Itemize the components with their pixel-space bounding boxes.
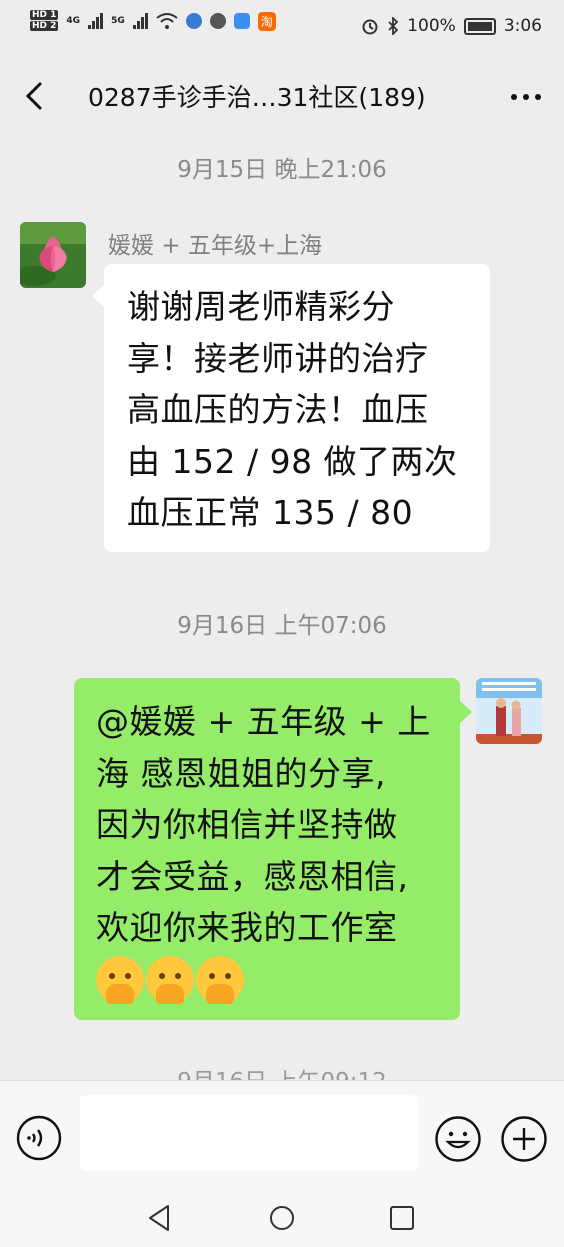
voice-icon[interactable] xyxy=(16,1115,62,1161)
lotus-image xyxy=(20,222,86,288)
emoji-row xyxy=(96,955,448,1004)
input-bar xyxy=(0,1080,564,1197)
status-left: HD 1 HD 2 4G 5G 淘 xyxy=(30,10,276,32)
nav-back-icon[interactable] xyxy=(140,1198,180,1238)
taobao-icon: 淘 xyxy=(257,11,276,31)
network-5g-label: 5G xyxy=(111,15,125,26)
battery-percent: 100% xyxy=(407,16,456,36)
cloud-icon xyxy=(233,13,250,29)
battery-icon xyxy=(463,17,496,35)
shush-emoji xyxy=(96,955,144,1004)
status-bar: HD 1 HD 2 4G 5G 淘 100% 3:06 xyxy=(0,0,564,58)
timestamp: 9月15日 晚上21:06 xyxy=(177,157,387,183)
clock: 3:06 xyxy=(503,16,542,36)
chat-title: 0287手诊手治…31社区(189) xyxy=(88,83,426,112)
message-input[interactable] xyxy=(80,1095,418,1171)
system-nav-bar xyxy=(0,1196,564,1247)
more-icon[interactable] xyxy=(506,82,546,112)
status-right: 100% 3:06 xyxy=(361,16,542,36)
message-line: 由 152 / 98 做了两次 xyxy=(127,441,458,481)
message-icon xyxy=(209,13,226,29)
signal-icon xyxy=(88,13,104,29)
message-line: 因为你相信并坚持做 xyxy=(96,805,398,844)
my-avatar[interactable] xyxy=(476,678,542,744)
signal-icon-2 xyxy=(132,13,148,29)
sender-avatar[interactable] xyxy=(20,222,86,288)
poster-image xyxy=(476,678,542,744)
message-line: 海 感恩姐姐的分享, xyxy=(96,753,386,793)
hd2-label: HD 2 xyxy=(30,21,59,31)
bluetooth-icon xyxy=(388,17,399,35)
message-line: 享！接老师讲的治疗 xyxy=(127,338,429,378)
message-line: 血压正常 135 / 80 xyxy=(127,493,414,532)
message-line: 才会受益，感恩相信, xyxy=(96,856,409,896)
sender-name: 媛媛 + 五年级+上海 xyxy=(108,233,323,259)
network-4g-label: 4G xyxy=(66,15,81,26)
message-line: 谢谢周老师精彩分 xyxy=(127,287,395,326)
back-icon[interactable] xyxy=(20,78,52,114)
plus-icon[interactable] xyxy=(500,1115,548,1163)
outgoing-message-bubble[interactable]: @媛媛 + 五年级 + 上 海 感恩姐姐的分享, 因为你相信并坚持做 才会受益，… xyxy=(74,678,472,1020)
incoming-message-bubble[interactable]: 谢谢周老师精彩分 享！接老师讲的治疗 高血压的方法！血压 由 152 / 98 … xyxy=(92,264,490,552)
hd-indicator: HD 1 HD 2 xyxy=(30,10,59,32)
hd1-label: HD 1 xyxy=(30,10,59,20)
alarm-icon xyxy=(362,19,378,35)
nav-recents-icon[interactable] xyxy=(382,1198,422,1238)
timestamp: 9月16日 上午07:06 xyxy=(177,613,387,639)
nav-home-icon[interactable] xyxy=(262,1198,302,1238)
wifi-icon xyxy=(156,13,178,29)
shush-emoji xyxy=(146,955,194,1004)
message-line: @媛媛 + 五年级 + 上 xyxy=(96,702,431,741)
chat-header: 0287手诊手治…31社区(189) xyxy=(0,58,564,134)
message-line: 高血压的方法！血压 xyxy=(127,390,429,429)
browser-icon xyxy=(185,13,202,29)
shush-emoji xyxy=(196,955,244,1004)
emoji-icon[interactable] xyxy=(434,1115,482,1163)
message-line: 欢迎你来我的工作室 xyxy=(96,908,398,947)
